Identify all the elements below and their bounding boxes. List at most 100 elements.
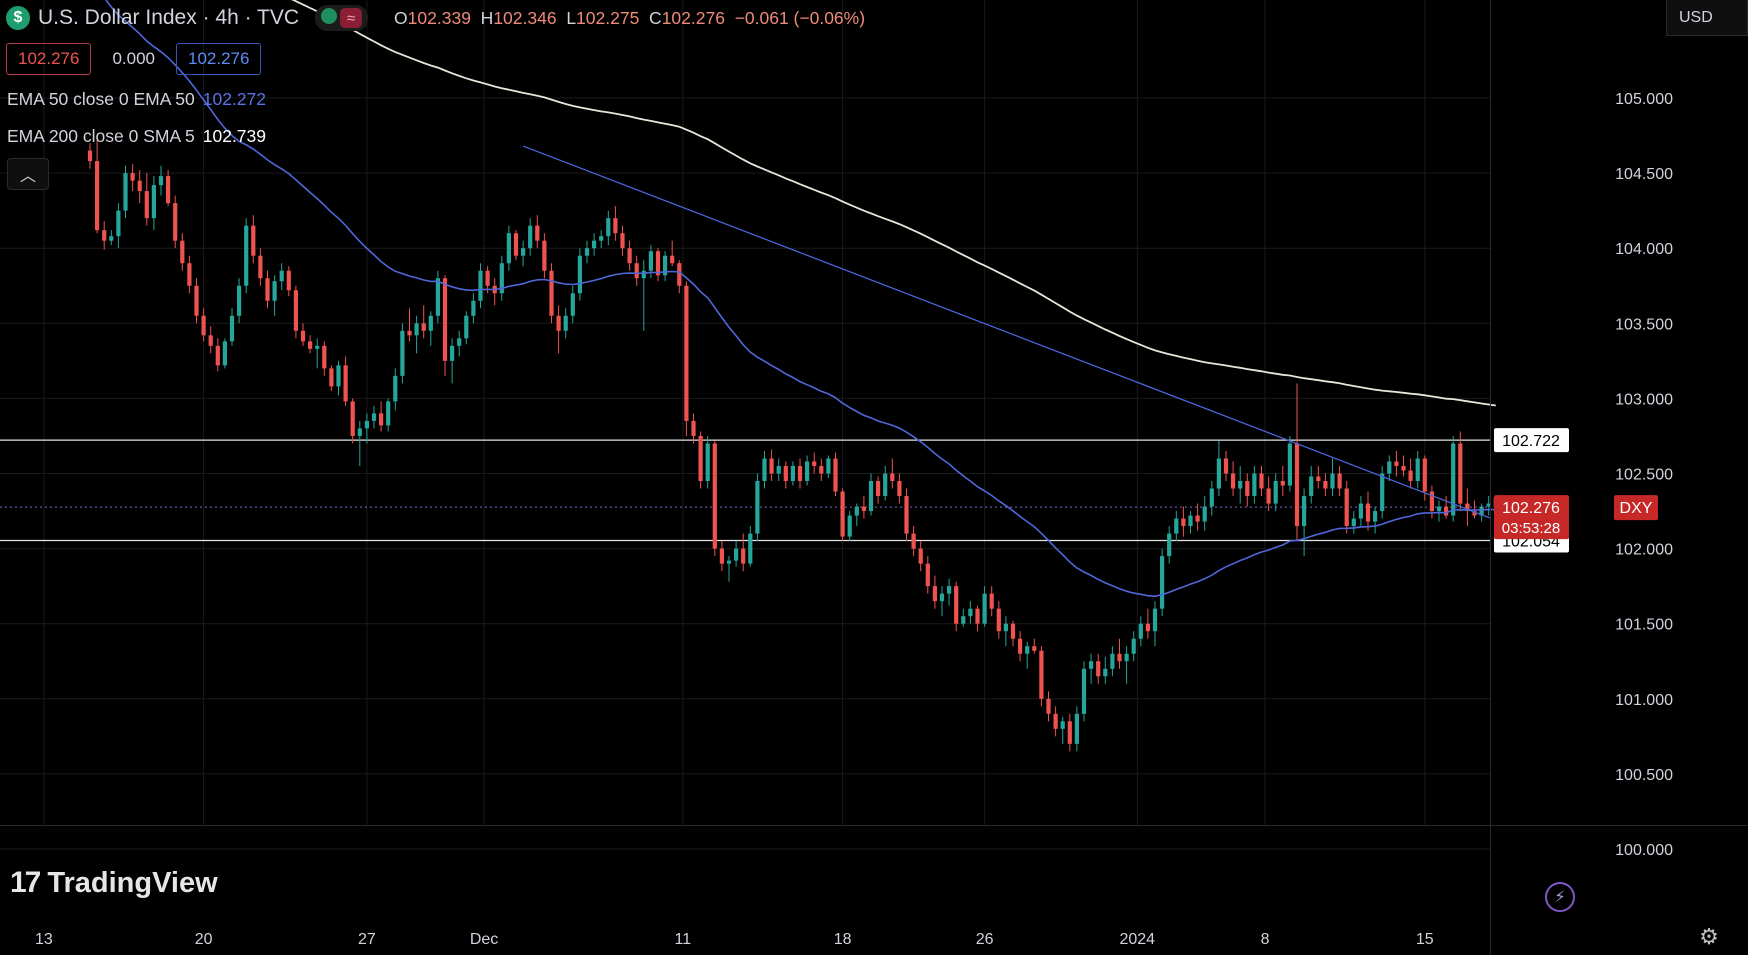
candle-body [506, 233, 511, 264]
candle-body [464, 315, 469, 339]
candle-body [613, 218, 618, 234]
candle-body [769, 458, 774, 474]
candle-body [1181, 518, 1186, 527]
time-tick-label: 15 [1416, 931, 1434, 948]
last-price-label: 102.276 [1502, 500, 1560, 517]
candle-body [1231, 473, 1236, 489]
price-tick-label: 104.500 [1615, 166, 1673, 183]
market-status[interactable]: ≈ [315, 5, 369, 31]
price-tick-label: 101.000 [1615, 692, 1673, 709]
candle-body [776, 465, 781, 474]
indicator-ema50-legend[interactable]: EMA 50 close 0 EMA 50 102.272 [7, 89, 266, 110]
candle-body [166, 176, 171, 204]
buy-price-box[interactable]: 102.276 [176, 43, 262, 75]
candle-body [1287, 443, 1292, 486]
time-tick-label: 27 [358, 931, 376, 948]
price-labels: 102.722102.054DXY102.27603:53:28 [1494, 428, 1658, 553]
candle-body [975, 608, 980, 624]
candle-body [1089, 661, 1094, 669]
candle-body [95, 161, 100, 231]
candle-body [1436, 506, 1442, 512]
candle-body [1380, 473, 1385, 512]
candle-body [1124, 653, 1129, 662]
sell-price-box[interactable]: 102.276 [6, 43, 92, 75]
dollar-icon[interactable]: $ [6, 6, 30, 30]
candle-body [1309, 476, 1314, 497]
currency-selector[interactable]: USD [1666, 0, 1748, 36]
candle-body [904, 496, 909, 534]
candle-body [528, 225, 533, 249]
trendline [522, 145, 1491, 519]
candle-body [144, 191, 149, 219]
candle-body [876, 481, 881, 497]
candle-body [229, 315, 235, 342]
candle-body [1422, 458, 1427, 492]
candle-body [1351, 518, 1356, 527]
candle-body [641, 270, 646, 279]
tradingview-logo[interactable]: 17 TradingView [10, 866, 218, 900]
candle-body [1003, 623, 1008, 632]
candle-body [1032, 646, 1037, 651]
candle-body [599, 236, 604, 241]
indicator-ema200-legend[interactable]: EMA 200 close 0 SMA 5 102.739 [7, 126, 266, 147]
lightning-icon[interactable]: ⚡ [1545, 882, 1575, 912]
logo-text: TradingView [47, 866, 218, 899]
candle-body [87, 150, 93, 162]
level-price-label: 102.722 [1502, 433, 1560, 450]
candle-body [961, 616, 966, 624]
candle-body [542, 240, 547, 271]
candle-body [954, 586, 959, 624]
candle-body [478, 270, 483, 301]
candle-body [890, 473, 895, 482]
symbol-title[interactable]: U.S. Dollar Index · 4h · TVC [38, 6, 299, 30]
candle-body [1202, 506, 1207, 522]
time-tick-label: 11 [675, 931, 692, 948]
candle-body [563, 315, 568, 331]
time-axis: 13 20 27 Dec 11 18 26 2024 8 15 [35, 931, 1434, 948]
candle-body [435, 278, 440, 316]
candle-body [883, 473, 888, 497]
candle-body [1188, 515, 1193, 527]
candle-body [173, 203, 178, 241]
candle-body [329, 368, 334, 387]
candle-body [1167, 533, 1172, 557]
collapse-legend-button[interactable]: ︿ [7, 158, 49, 190]
ema200-line [291, 0, 1496, 407]
candle-body [1302, 496, 1307, 527]
candle-body [741, 548, 746, 564]
candle-body [187, 263, 192, 286]
candle-body [336, 365, 341, 387]
settings-icon[interactable]: ⚙ [1696, 924, 1722, 950]
candle-body [1096, 661, 1101, 677]
candle-body [364, 420, 369, 429]
candle-body [208, 335, 213, 346]
indicator-label: EMA 50 close 0 EMA 50 [7, 89, 195, 109]
candle-body [854, 506, 859, 516]
candle-body [634, 263, 639, 279]
candle-body [797, 465, 803, 482]
candle-body [897, 481, 902, 497]
candle-body [812, 461, 817, 466]
candle-body [1238, 481, 1243, 489]
candle-body [1387, 461, 1392, 474]
indicator-value: 102.272 [202, 89, 267, 109]
ohlc-readout: O102.339 H102.346 L102.275 C102.276 −0.0… [394, 7, 866, 28]
candle-body [300, 330, 306, 342]
data-delay-icon: ≈ [340, 8, 363, 28]
candle-body [279, 270, 284, 282]
candle-body [315, 345, 320, 349]
price-tick-label: 103.500 [1615, 316, 1673, 333]
candle-body [1401, 465, 1406, 471]
price-tick-label: 103.000 [1615, 391, 1673, 408]
candle-body [584, 248, 590, 256]
candle-body [158, 176, 164, 186]
candle-body [421, 323, 426, 331]
candle-body [123, 173, 128, 211]
candle-body [925, 563, 930, 587]
candle-body [592, 240, 597, 249]
trade-boxes: 102.276 0.000 102.276 [6, 43, 262, 75]
candle-body [1344, 488, 1349, 527]
candle-body [1323, 481, 1328, 489]
candle-body [670, 255, 675, 264]
candle-body [620, 233, 625, 249]
